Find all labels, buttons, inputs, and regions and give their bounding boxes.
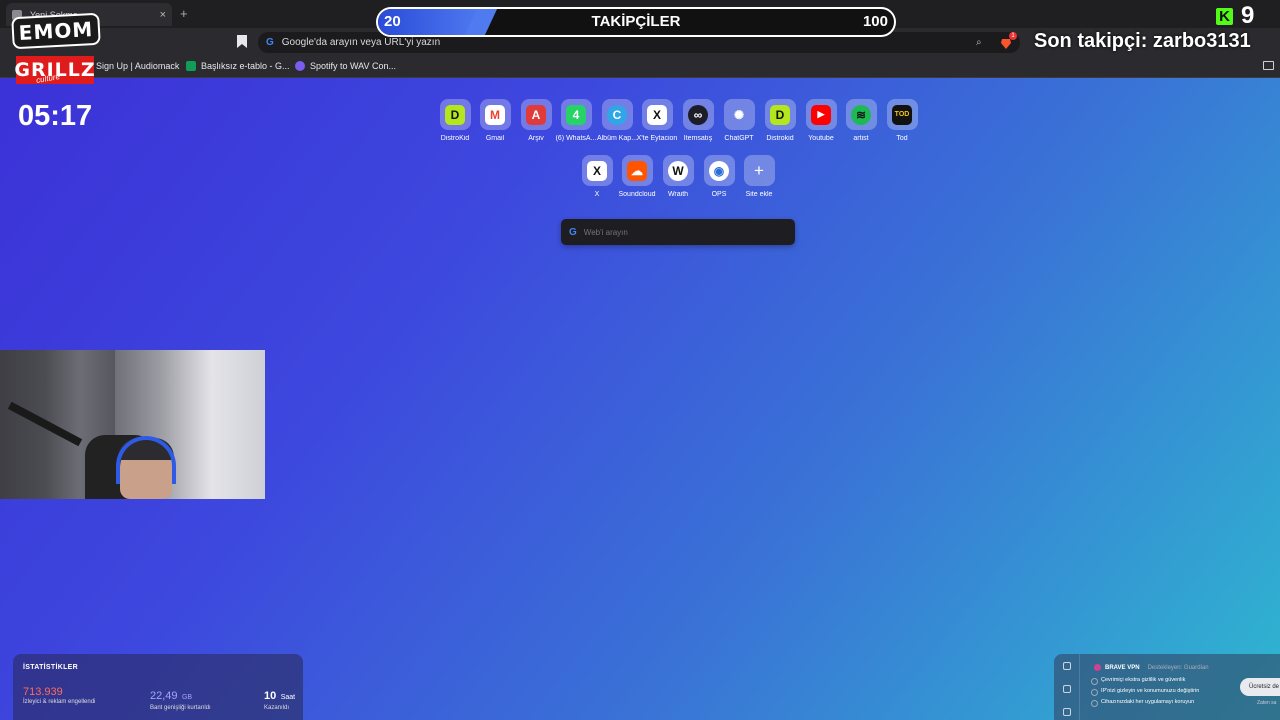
vpn-feature: Cihazınızdaki her uygulamayı koruyun <box>1090 699 1195 707</box>
vpn-title-text: BRAVE VPN <box>1105 665 1140 672</box>
stat-blocked-desc: İzleyici & reklam engellendi <box>23 699 96 705</box>
kick-icon: K <box>1216 7 1233 25</box>
shortcut-label: Site ekle <box>745 191 773 198</box>
kick-count-value: 9 <box>1241 2 1255 29</box>
zoom-icon[interactable]: ⌕ <box>976 37 986 48</box>
vpn-feature: IP'nizi gizleyin ve konumunuzu değiştiri… <box>1090 688 1200 696</box>
news-icon[interactable] <box>1063 685 1071 693</box>
bookmark-label: Sign Up | Audiomack <box>96 61 180 71</box>
other-bookmarks-folder-icon[interactable] <box>1263 61 1274 70</box>
ops-icon: ◉ <box>709 160 729 181</box>
vpn-feature: Çevrimiçi ekstra gizlilik ve güvenlik <box>1090 677 1186 685</box>
stat-time-unit: Saat <box>280 694 296 701</box>
cards-icon[interactable] <box>1063 708 1071 716</box>
brave-rewards-badge: 1 <box>1009 31 1017 40</box>
gmail-icon: M <box>485 104 505 125</box>
web-search-input[interactable] <box>583 227 784 237</box>
spotify-icon: ≋ <box>851 104 871 125</box>
followers-goal: 100 <box>862 13 888 30</box>
vpn-already-link[interactable]: Zaten sa <box>1257 700 1276 706</box>
address-bar-placeholder: Google'da arayın veya URL'yi yazın <box>281 37 441 48</box>
web-search-box[interactable]: G <box>561 219 795 245</box>
chatgpt-icon: ✺ <box>733 107 745 122</box>
bookmark-label: Başlıksız e-tablo - G... <box>201 61 290 71</box>
whatsapp-icon: 4 <box>566 104 586 125</box>
google-sheets-icon <box>186 61 196 71</box>
emom-logo-text: EMOM <box>18 17 94 45</box>
youtube-icon: ▶ <box>811 104 831 125</box>
vpn-free-trial-button[interactable]: Ücretsiz de <box>1240 678 1280 696</box>
followers-goal-bar: TAKİPÇİLER 20 100 <box>376 7 896 37</box>
bookmark-icon[interactable] <box>237 35 247 48</box>
google-icon: G <box>569 226 577 238</box>
soundcloud-icon: ☁ <box>627 160 647 181</box>
bookmark-sheets[interactable]: Başlıksız e-tablo - G... <box>186 61 290 71</box>
vpn-logo-icon <box>1094 664 1101 671</box>
shortcut-tod[interactable]: TOD Tod <box>877 99 927 142</box>
bookmark-spotify-wav[interactable]: Spotify to WAV Con... <box>295 61 396 71</box>
tod-icon: TOD <box>892 104 912 125</box>
google-icon: G <box>266 37 274 48</box>
stats-widget: İSTATİSTİKLER 713.939 İzleyici & reklam … <box>13 654 303 720</box>
tab-close-icon[interactable]: × <box>160 9 166 21</box>
brave-vpn-widget: BRAVE VPN Destekleyen: Guardian Çevrimiçi… <box>1054 654 1280 720</box>
bookmark-label: Spotify to WAV Con... <box>310 61 397 71</box>
stat-blocked: 713.939 İzleyici & reklam engellendi <box>23 686 95 705</box>
add-icon: + <box>754 160 764 180</box>
followers-current: 20 <box>384 13 401 30</box>
brave-shields-icon[interactable]: 1 <box>1000 31 1017 49</box>
emom-logo: EMOM <box>11 12 101 50</box>
stat-bandwidth-desc: Bant genişliği kurtarıldı <box>150 705 211 711</box>
followers-title: TAKİPÇİLER <box>591 13 681 30</box>
stat-time-desc: Kazanıldı <box>264 705 290 711</box>
vpn-sponsor: Destekleyen: Guardian <box>1147 665 1209 672</box>
vpn-widget-sidebar <box>1054 654 1080 720</box>
canva-icon: C <box>607 104 627 125</box>
converter-icon <box>295 61 305 71</box>
x-icon: X <box>647 104 667 125</box>
webcam-feed <box>0 350 265 499</box>
last-follower-text: Son takipçi: zarbo3131 <box>1034 30 1251 52</box>
new-tab-button[interactable]: + <box>180 6 188 21</box>
stats-header: İSTATİSTİKLER <box>23 664 78 671</box>
vpn-title: BRAVE VPN Destekleyen: Guardian <box>1094 664 1209 671</box>
stat-time-value: 10 <box>264 690 277 702</box>
wraith-icon: W <box>668 160 688 181</box>
stat-bandwidth-unit: GB <box>181 694 193 701</box>
shortcut-label: Tod <box>896 135 908 142</box>
kick-viewer-count: K 9 <box>1216 2 1254 30</box>
x-icon: X <box>587 160 607 181</box>
archive-icon: A <box>526 104 546 125</box>
stat-bandwidth-value: 22,49 <box>150 690 178 702</box>
itemsatis-icon: ∞ <box>688 104 708 125</box>
stat-bandwidth: 22,49 GB Bant genişliği kurtarıldı <box>150 686 211 711</box>
shortcut-add-site[interactable]: + Site ekle <box>734 155 784 198</box>
distrokid-icon: D <box>445 104 465 125</box>
stat-blocked-value: 713.939 <box>23 686 63 698</box>
vpn-icon[interactable] <box>1063 662 1071 670</box>
stat-time: 10 Saat Kazanıldı <box>264 686 295 711</box>
bookmark-audiomack[interactable]: Sign Up | Audiomack <box>96 61 179 71</box>
distrokid-icon: D <box>770 104 790 125</box>
clock: 05:17 <box>18 100 93 132</box>
